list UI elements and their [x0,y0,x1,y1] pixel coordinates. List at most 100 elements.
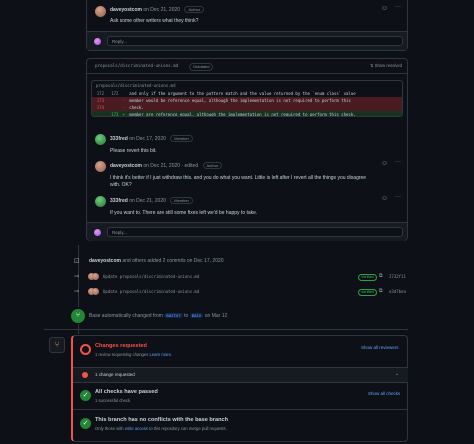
commit-icon: ⊡ [74,258,80,265]
comment-header: daveyostcom on Dec 21, 2020 Author [110,6,205,13]
comment-author[interactable]: 333fred [110,198,128,204]
comment-body: If you want to. There are still some fix… [110,210,258,216]
diff-line-deleted: 174 - check. [92,104,402,111]
comment-body: Please revert this bit. [110,148,157,154]
comment-body: I think it's better if I just withdraw t… [110,175,367,188]
show-all-reviewers-link[interactable]: Show all reviewers [361,345,399,350]
comment-author[interactable]: daveyostcom [110,7,142,13]
comment-header: 333fred on Dec 21, 2020 Member [110,197,193,204]
more-options-icon[interactable]: ··· [395,4,403,10]
event-text: and others added 2 commits [122,258,186,264]
show-resolved-label: Show resolved [374,63,403,68]
check-circle-icon: ✓ [80,390,91,401]
merge-icon: ⑂ [49,337,65,353]
avatar[interactable] [95,161,106,172]
reply-area: Reply... [87,31,407,50]
unfold-icon: ⇅ [370,63,374,68]
more-options-icon[interactable]: ··· [395,159,403,165]
commit-dot-icon: ⊸ [74,289,80,295]
file-review-thread: proposals/discriminated-unions.md Outdat… [86,58,408,241]
file-path[interactable]: proposals/discriminated-unions.md [95,63,178,68]
checks-subtitle: 1 successful check [95,398,131,403]
comment-author[interactable]: 333fred [110,136,128,142]
copy-icon[interactable]: ⧉ [379,273,383,279]
write-access-link[interactable]: write access [125,426,148,431]
comment-date[interactable]: on Dec 21, 2020 · edited [143,163,198,169]
smiley-icon[interactable]: ☺ [381,195,388,202]
timeline-divider [44,329,408,330]
show-all-checks-link[interactable]: Show all checks [368,391,400,396]
diff-line-context: 172 172 and only if the argument to the … [92,90,402,97]
chevron-down-icon[interactable]: ⌄ [395,371,399,377]
no-conflicts-subtitle-pre: Only those with [95,426,124,431]
merge-box: Changes requested 1 review requesting ch… [71,335,408,442]
changes-requested-subtitle-text: 1 review requesting changes [95,352,149,357]
comment-header: 333fred on Dec 17, 2020 Member [110,135,193,142]
changes-requested-title: Changes requested [95,343,147,349]
base-change-to: to [184,313,189,319]
comment-date[interactable]: on Dec 17, 2020 [129,136,166,142]
diff-line-added: 173 + member are reference equal, althou… [92,111,402,116]
avatar[interactable] [95,134,106,145]
avatar [94,229,101,236]
diff-line-deleted: 173 - member would be reference equal, a… [92,97,402,104]
author-badge: Author [184,6,205,13]
avatar [94,38,101,45]
smiley-icon[interactable]: ☺ [381,5,388,12]
commit-message[interactable]: Update proposals/discriminated-unions.md [103,289,199,294]
verified-badge[interactable]: Verified [358,274,377,281]
commits-event-text: daveyostcom and others added 2 commits o… [89,258,224,264]
git-branch-icon: ⑂ [71,309,85,323]
member-badge: Member [170,135,193,142]
diff-file-path: proposals/discriminated-unions.md [96,83,176,88]
x-circle-icon [80,344,91,355]
check-circle-icon: ✓ [80,418,91,429]
no-conflicts-subtitle: Only those with write access to this rep… [95,426,227,431]
comment-date[interactable]: on Dec 21, 2020 [143,7,180,13]
changes-requested-subtitle: 1 review requesting changes Learn more. [95,352,172,357]
review-thread-top: daveyostcom on Dec 21, 2020 Author ☺ ···… [86,0,408,51]
commit-row: ⊸ Update proposals/discriminated-unions.… [74,273,414,281]
copy-icon[interactable]: ⧉ [379,288,383,294]
commit-sha[interactable]: 2732f11 [389,274,406,279]
member-badge: Member [170,197,193,204]
file-header: proposals/discriminated-unions.md Outdat… [87,59,407,74]
commit-sha[interactable]: e3d7bea [389,289,406,294]
branch-from[interactable]: master [164,313,183,318]
event-date[interactable]: on Dec 17, 2020 [187,258,224,264]
event-author[interactable]: daveyostcom [89,258,121,264]
checks-title: All checks have passed [95,389,158,395]
comment-date[interactable]: on Dec 21, 2020 [129,198,166,204]
more-options-icon[interactable]: ··· [395,194,403,200]
event-date[interactable]: on Mar 12 [205,313,228,319]
comment-header: daveyostcom on Dec 21, 2020 · edited Aut… [110,162,223,169]
learn-more-link[interactable]: Learn more. [149,352,172,357]
commit-message[interactable]: Update proposals/discriminated-unions.md [103,274,199,279]
avatar[interactable] [92,273,99,280]
section-divider [73,409,408,410]
diff-lines: 172 172 and only if the argument to the … [92,90,402,116]
reply-input[interactable]: Reply... [107,36,403,46]
avatar[interactable] [95,196,106,207]
author-badge: Author [202,162,223,169]
change-requested-row[interactable]: 1 change requested ⌄ [73,367,408,383]
branch-to[interactable]: main [189,313,204,318]
base-change-text: Base automatically changed from master t… [89,313,227,319]
show-resolved-button[interactable]: ⇅ Show resolved [370,63,402,68]
comment-body: Ask some other writers what they think? [110,18,199,24]
avatar[interactable] [95,6,106,17]
no-conflicts-title: This branch has no conflicts with the ba… [95,417,229,423]
diff-box: proposals/discriminated-unions.md 172 17… [91,80,403,117]
commit-row: ⊸ Update proposals/discriminated-unions.… [74,288,414,296]
avatar[interactable] [92,288,99,295]
base-change-label: Base automatically changed from [89,313,163,319]
change-requested-label: 1 change requested [95,372,135,377]
smiley-icon[interactable]: ☺ [381,160,388,167]
reply-area: Reply... [87,222,407,241]
reply-input[interactable]: Reply... [107,227,403,237]
verified-badge[interactable]: Verified [358,289,377,296]
no-conflicts-subtitle-post: to this repository can merge pull reques… [149,426,227,431]
comment-author[interactable]: daveyostcom [110,163,142,169]
x-circle-icon [82,372,88,378]
commit-dot-icon: ⊸ [74,274,80,280]
